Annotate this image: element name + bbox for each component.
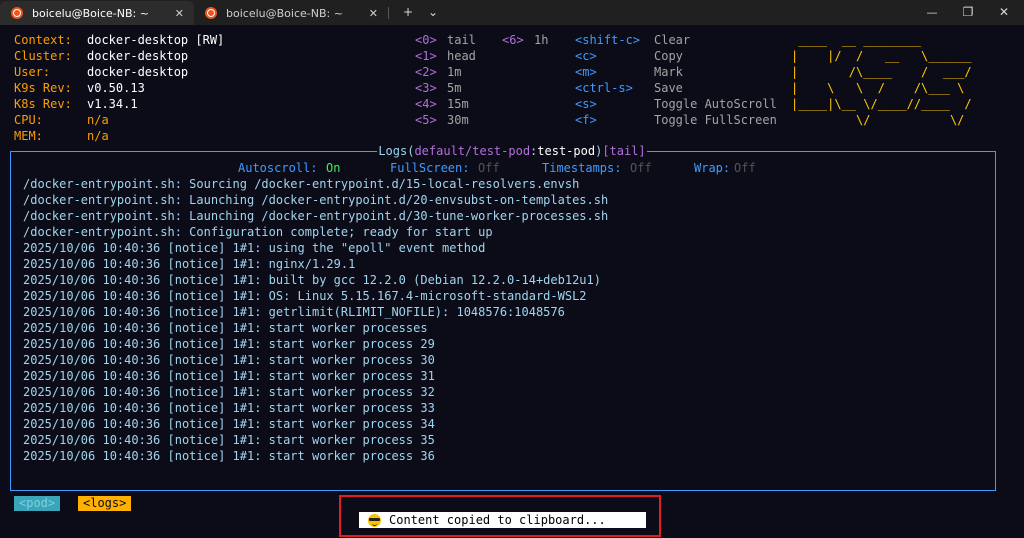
logo-line: ____ __ ________ xyxy=(791,33,922,47)
k9s-rev-label: K9s Rev: xyxy=(14,81,72,95)
tab-separator xyxy=(388,7,389,19)
autoscroll-value: On xyxy=(326,161,341,175)
logs-title-container: test-pod xyxy=(537,144,596,158)
menu-item-5m[interactable]: 5m xyxy=(447,80,461,96)
minimize-button[interactable]: — xyxy=(917,3,947,21)
logs-title-mode: [tail] xyxy=(602,144,646,158)
tab-2-close-icon[interactable]: ✕ xyxy=(369,7,378,20)
maximize-button[interactable]: ❐ xyxy=(953,3,983,21)
tab-1-close-icon[interactable]: ✕ xyxy=(175,7,184,20)
menu-item-tail[interactable]: tail xyxy=(447,32,476,48)
menu-key: <f> xyxy=(575,113,597,127)
log-line: 2025/10/06 10:40:36 [notice] 1#1: start … xyxy=(23,385,435,399)
flash-message: Content copied to clipboard... xyxy=(359,512,646,528)
cpu-label: CPU: xyxy=(14,113,43,127)
menu-item-copy[interactable]: Copy xyxy=(654,48,683,64)
cluster-value: docker-desktop xyxy=(87,49,189,63)
context-label: Context: xyxy=(14,33,72,47)
k8s-rev-value: v1.34.1 xyxy=(87,97,138,111)
menu-item-save[interactable]: Save xyxy=(654,80,683,96)
user-value: docker-desktop xyxy=(87,65,189,79)
menu-key: <6> xyxy=(502,33,524,47)
log-line: 2025/10/06 10:40:36 [notice] 1#1: start … xyxy=(23,433,435,447)
logs-title-namespace: default/test-pod xyxy=(414,144,531,158)
fullscreen-label: FullScreen: xyxy=(390,161,470,175)
new-tab-button[interactable]: + xyxy=(398,3,418,21)
log-line: 2025/10/06 10:40:36 [notice] 1#1: using … xyxy=(23,241,486,255)
logs-title-prefix: Logs( xyxy=(378,144,415,158)
mem-value: n/a xyxy=(87,129,109,143)
menu-item-clear[interactable]: Clear xyxy=(654,32,690,48)
wrap-label: Wrap: xyxy=(694,161,731,175)
menu-key: <1> xyxy=(415,49,437,63)
logo-line: | |/ / __ \______ xyxy=(791,49,972,63)
breadcrumb-logs[interactable]: <logs> xyxy=(78,496,132,511)
autoscroll-label: Autoscroll: xyxy=(238,161,318,175)
menu-key: <ctrl-s> xyxy=(575,81,633,95)
log-line: 2025/10/06 10:40:36 [notice] 1#1: nginx/… xyxy=(23,257,356,271)
menu-key: <shift-c> xyxy=(575,33,641,47)
k9s-rev-value: v0.50.13 xyxy=(87,81,145,95)
menu-key: <c> xyxy=(575,49,597,63)
log-line: 2025/10/06 10:40:36 [notice] 1#1: built … xyxy=(23,273,601,287)
menu-key: <m> xyxy=(575,65,597,79)
tab-1[interactable]: boicelu@Boice-NB: ~ ✕ xyxy=(0,1,194,25)
menu-key: <3> xyxy=(415,81,437,95)
menu-item-1h[interactable]: 1h xyxy=(534,32,548,48)
menu-item-toggle-autoscroll[interactable]: Toggle AutoScroll xyxy=(654,96,777,112)
menu-key: <4> xyxy=(415,97,437,111)
logo-line: | \ \ / /\___ \ xyxy=(791,81,965,95)
menu-item-head[interactable]: head xyxy=(447,48,476,64)
log-line: 2025/10/06 10:40:36 [notice] 1#1: OS: Li… xyxy=(23,289,587,303)
menu-key: <s> xyxy=(575,97,597,111)
cluster-label: Cluster: xyxy=(14,49,72,63)
timestamps-label: Timestamps: xyxy=(542,161,622,175)
flash-message-text: Content copied to clipboard... xyxy=(389,513,606,527)
log-line: 2025/10/06 10:40:36 [notice] 1#1: start … xyxy=(23,353,435,367)
tab-2[interactable]: boicelu@Boice-NB: ~ ✕ xyxy=(194,1,388,25)
logo-line: | /\____ / ___/ xyxy=(791,65,972,79)
wrap-value: Off xyxy=(734,161,756,175)
timestamps-value: Off xyxy=(630,161,652,175)
log-line: /docker-entrypoint.sh: Launching /docker… xyxy=(23,209,609,223)
mem-label: MEM: xyxy=(14,129,43,143)
log-line: 2025/10/06 10:40:36 [notice] 1#1: start … xyxy=(23,417,435,431)
close-window-button[interactable]: ✕ xyxy=(989,3,1019,21)
log-line: 2025/10/06 10:40:36 [notice] 1#1: getrli… xyxy=(23,305,565,319)
fullscreen-value: Off xyxy=(478,161,500,175)
menu-item-15m[interactable]: 15m xyxy=(447,96,469,112)
logo-line: \/ \/ xyxy=(791,113,965,127)
log-line: /docker-entrypoint.sh: Sourcing /docker-… xyxy=(23,177,580,191)
k8s-rev-label: K8s Rev: xyxy=(14,97,72,111)
menu-item-toggle-fullscreen[interactable]: Toggle FullScreen xyxy=(654,112,777,128)
log-line: /docker-entrypoint.sh: Launching /docker… xyxy=(23,193,609,207)
logo-line: |____|\__ \/____//____ / xyxy=(791,97,972,111)
tab-2-title: boicelu@Boice-NB: ~ xyxy=(226,6,343,20)
tab-1-title: boicelu@Boice-NB: ~ xyxy=(32,6,149,20)
menu-item-1m[interactable]: 1m xyxy=(447,64,461,80)
menu-key: <5> xyxy=(415,113,437,127)
log-line: 2025/10/06 10:40:36 [notice] 1#1: start … xyxy=(23,401,435,415)
menu-item-30m[interactable]: 30m xyxy=(447,112,469,128)
log-line: 2025/10/06 10:40:36 [notice] 1#1: start … xyxy=(23,449,435,463)
menu-item-mark[interactable]: Mark xyxy=(654,64,683,80)
context-value: docker-desktop [RW] xyxy=(87,33,225,47)
log-line: 2025/10/06 10:40:36 [notice] 1#1: start … xyxy=(23,337,435,351)
ubuntu-icon xyxy=(205,7,217,19)
menu-key: <0> xyxy=(415,33,437,47)
ubuntu-icon xyxy=(11,7,23,19)
log-line: /docker-entrypoint.sh: Configuration com… xyxy=(23,225,493,239)
menu-key: <2> xyxy=(415,65,437,79)
logs-panel-title: Logs(default/test-pod:test-pod)[tail] xyxy=(0,143,1024,159)
cpu-value: n/a xyxy=(87,113,109,127)
sunglasses-icon xyxy=(368,513,381,527)
tab-dropdown-button[interactable]: ⌄ xyxy=(423,3,443,21)
log-line: 2025/10/06 10:40:36 [notice] 1#1: start … xyxy=(23,321,428,335)
title-bar: boicelu@Boice-NB: ~ ✕ boicelu@Boice-NB: … xyxy=(0,0,1024,25)
breadcrumb-pod[interactable]: <pod> xyxy=(14,496,61,511)
log-line: 2025/10/06 10:40:36 [notice] 1#1: start … xyxy=(23,369,435,383)
user-label: User: xyxy=(14,65,51,79)
